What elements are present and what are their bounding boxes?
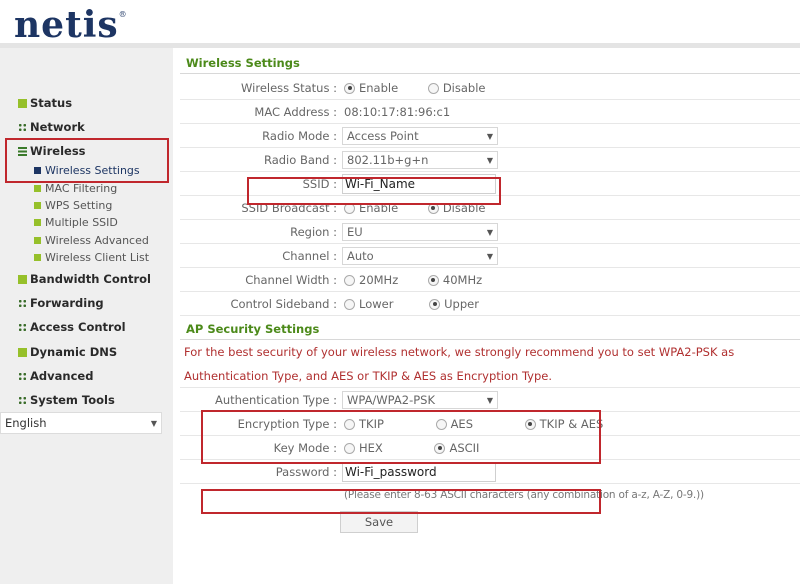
chevron-down-icon: ▼ (486, 155, 493, 165)
dots-icon (18, 395, 27, 405)
sidebar-item-status[interactable]: Status (18, 96, 72, 110)
chevron-down-icon: ▼ (486, 131, 493, 141)
section-title-wireless: Wireless Settings (180, 50, 800, 74)
sideband-upper-radio[interactable]: Upper (429, 297, 479, 311)
chevron-down-icon: ▼ (150, 418, 157, 428)
save-button[interactable]: Save (340, 511, 418, 533)
section-title-security: AP Security Settings (180, 316, 800, 340)
sidebar-item-bandwidth-control[interactable]: Bandwidth Control (18, 272, 151, 286)
radio-mode-select[interactable]: Access Point ▼ (342, 127, 498, 145)
radio-band-select[interactable]: 802.11b+g+n ▼ (342, 151, 498, 169)
password-input[interactable]: Wi-Fi_password (342, 462, 496, 482)
square-icon (34, 237, 41, 244)
sidebar-item-system-tools[interactable]: System Tools (18, 393, 115, 407)
sidebar-item-dynamic-dns[interactable]: Dynamic DNS (18, 345, 117, 359)
square-icon (18, 98, 27, 108)
radio-icon (427, 82, 439, 94)
square-icon (34, 254, 41, 261)
netis-logo: netis® (14, 4, 128, 46)
wireless-enable-radio[interactable]: Enable (344, 81, 398, 95)
language-select[interactable]: English ▼ (0, 412, 162, 434)
dots-icon (18, 371, 27, 381)
dots-icon (18, 322, 27, 332)
sideband-lower-radio[interactable]: Lower (344, 297, 393, 311)
row-channel: Channel : Auto ▼ (180, 244, 800, 268)
radio-selected-icon (344, 82, 355, 94)
mac-address-value: 08:10:17:81:96:c1 (344, 105, 451, 119)
width-20mhz-radio[interactable]: 20MHz (344, 273, 398, 287)
square-icon (18, 347, 27, 357)
radio-selected-icon (429, 298, 441, 310)
square-icon (18, 274, 27, 284)
square-icon (34, 202, 41, 209)
dots-icon (18, 122, 27, 132)
sidebar-item-forwarding[interactable]: Forwarding (18, 296, 104, 310)
sidebar-subitem-mac-filtering[interactable]: MAC Filtering (34, 182, 117, 195)
row-mac-address: MAC Address : 08:10:17:81:96:c1 (180, 100, 800, 124)
channel-select[interactable]: Auto ▼ (342, 247, 498, 265)
highlight-box-security-type (201, 410, 601, 464)
row-region: Region : EU ▼ (180, 220, 800, 244)
row-notice-1: For the best security of your wireless n… (184, 345, 735, 359)
chevron-down-icon: ▼ (486, 227, 493, 237)
sidebar-subitem-wireless-advanced[interactable]: Wireless Advanced (34, 234, 149, 247)
highlight-box-ssid (247, 177, 501, 205)
row-wireless-status: Wireless Status : Enable Disable (180, 76, 800, 100)
square-icon (34, 219, 41, 226)
row-notice-2: Authentication Type, and AES or TKIP & A… (180, 364, 800, 388)
authentication-type-select[interactable]: WPA/WPA2-PSK ▼ (342, 391, 498, 409)
row-control-sideband: Control Sideband : Lower Upper (180, 292, 800, 316)
row-radio-band: Radio Band : 802.11b+g+n ▼ (180, 148, 800, 172)
sidebar-subitem-multiple-ssid[interactable]: Multiple SSID (34, 216, 118, 229)
chevron-down-icon: ▼ (486, 251, 493, 261)
row-radio-mode: Radio Mode : Access Point ▼ (180, 124, 800, 148)
sidebar: Status Network Wireless Wireless Setting… (0, 48, 173, 584)
row-channel-width: Channel Width : 20MHz 40MHz (180, 268, 800, 292)
radio-icon (344, 298, 355, 310)
highlight-box-wireless-menu (5, 138, 169, 183)
region-select[interactable]: EU ▼ (342, 223, 498, 241)
highlight-box-password (201, 489, 601, 514)
dots-icon (18, 298, 27, 308)
square-icon (34, 185, 41, 192)
sidebar-subitem-wireless-client-list[interactable]: Wireless Client List (34, 251, 149, 264)
width-40mhz-radio[interactable]: 40MHz (427, 273, 482, 287)
sidebar-item-access-control[interactable]: Access Control (18, 320, 126, 334)
sidebar-item-network[interactable]: Network (18, 120, 85, 134)
radio-icon (344, 274, 355, 286)
sidebar-item-advanced[interactable]: Advanced (18, 369, 93, 383)
wireless-disable-radio[interactable]: Disable (427, 81, 486, 95)
row-authentication-type: Authentication Type : WPA/WPA2-PSK ▼ (180, 388, 800, 412)
radio-selected-icon (427, 274, 439, 286)
chevron-down-icon: ▼ (486, 395, 493, 405)
sidebar-subitem-wps-setting[interactable]: WPS Setting (34, 199, 112, 212)
